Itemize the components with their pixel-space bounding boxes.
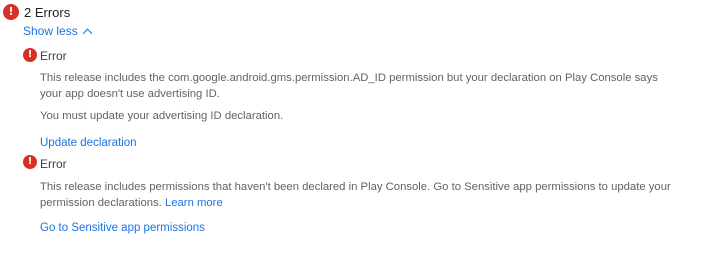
- error-message: This release includes the com.google.and…: [40, 72, 658, 100]
- chevron-up-icon: [82, 28, 93, 38]
- errors-count-title: 2 Errors: [24, 5, 71, 20]
- learn-more-link[interactable]: Learn more: [165, 197, 223, 209]
- error-label: Error: [40, 157, 67, 171]
- error-icon: !: [23, 155, 37, 169]
- show-less-button[interactable]: Show less: [23, 24, 93, 38]
- error-message: This release includes permissions that h…: [40, 179, 680, 211]
- error-icon: !: [3, 4, 19, 20]
- update-declaration-link[interactable]: Update declaration: [40, 137, 137, 149]
- error-icon: !: [23, 48, 37, 62]
- error-label: Error: [40, 49, 67, 63]
- show-less-label: Show less: [23, 24, 78, 38]
- error-instruction: You must update your advertising ID decl…: [40, 110, 284, 122]
- sensitive-permissions-link[interactable]: Go to Sensitive app permissions: [40, 222, 205, 234]
- error-message-text: This release includes permissions that h…: [40, 181, 671, 209]
